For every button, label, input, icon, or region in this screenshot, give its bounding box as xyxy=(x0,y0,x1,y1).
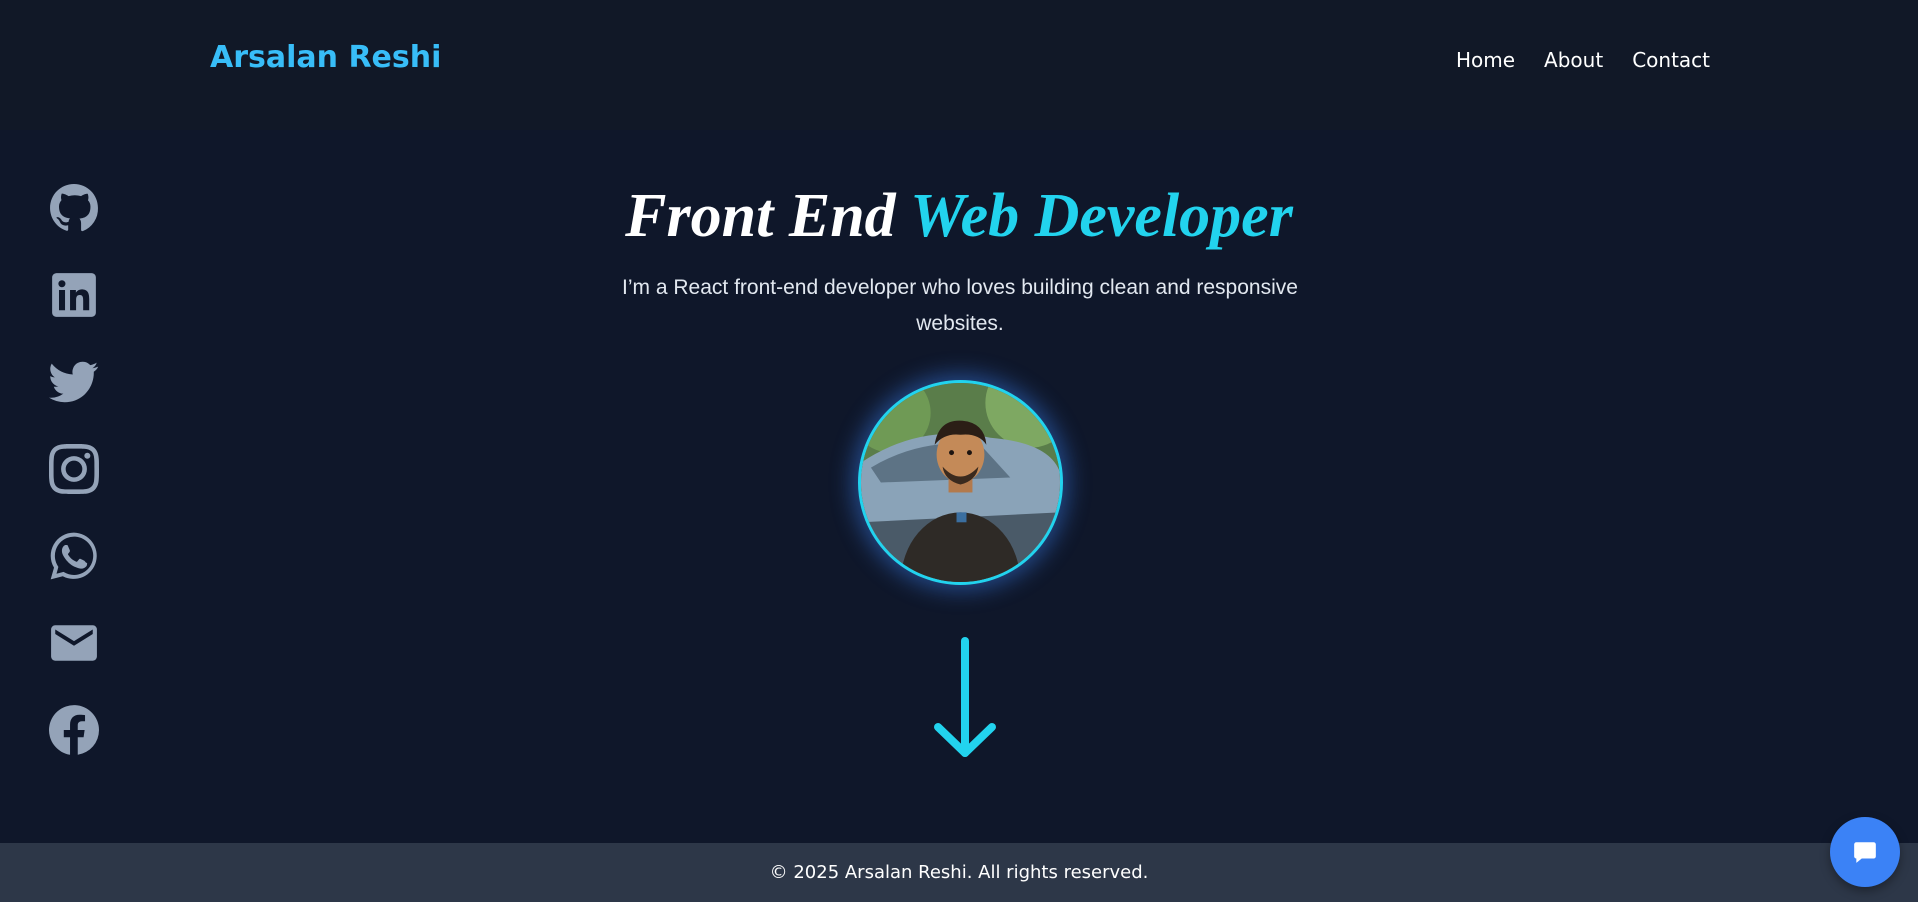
main-nav: Home About Contact xyxy=(1456,48,1710,72)
hero-title: Front End Web Developer xyxy=(0,178,1918,254)
hero-title-plain: Front End xyxy=(625,182,896,250)
instagram-icon[interactable] xyxy=(48,444,100,494)
facebook-icon[interactable] xyxy=(48,705,100,755)
whatsapp-icon[interactable] xyxy=(48,531,100,581)
nav-home[interactable]: Home xyxy=(1456,48,1515,72)
twitter-icon[interactable] xyxy=(48,357,100,407)
avatar xyxy=(858,380,1063,585)
chat-bubble-icon xyxy=(1854,842,1876,863)
footer-copyright: © 2025 Arsalan Reshi. All rights reserve… xyxy=(769,862,1149,883)
brand-logo[interactable]: Arsalan Reshi xyxy=(210,40,441,75)
avatar-illustration xyxy=(861,383,1060,582)
nav-contact[interactable]: Contact xyxy=(1632,48,1710,72)
email-icon[interactable] xyxy=(48,618,100,668)
social-links xyxy=(48,183,102,755)
scroll-down-arrow-icon[interactable] xyxy=(932,635,998,765)
nav-about[interactable]: About xyxy=(1544,48,1603,72)
hero-title-accent: Web Developer xyxy=(910,182,1293,250)
linkedin-icon[interactable] xyxy=(48,270,100,320)
hero-description: I’m a React front-end developer who love… xyxy=(622,276,1298,335)
chat-button[interactable] xyxy=(1830,817,1900,887)
site-header: Arsalan Reshi Home About Contact xyxy=(0,0,1918,130)
site-footer: © 2025 Arsalan Reshi. All rights reserve… xyxy=(0,843,1918,902)
